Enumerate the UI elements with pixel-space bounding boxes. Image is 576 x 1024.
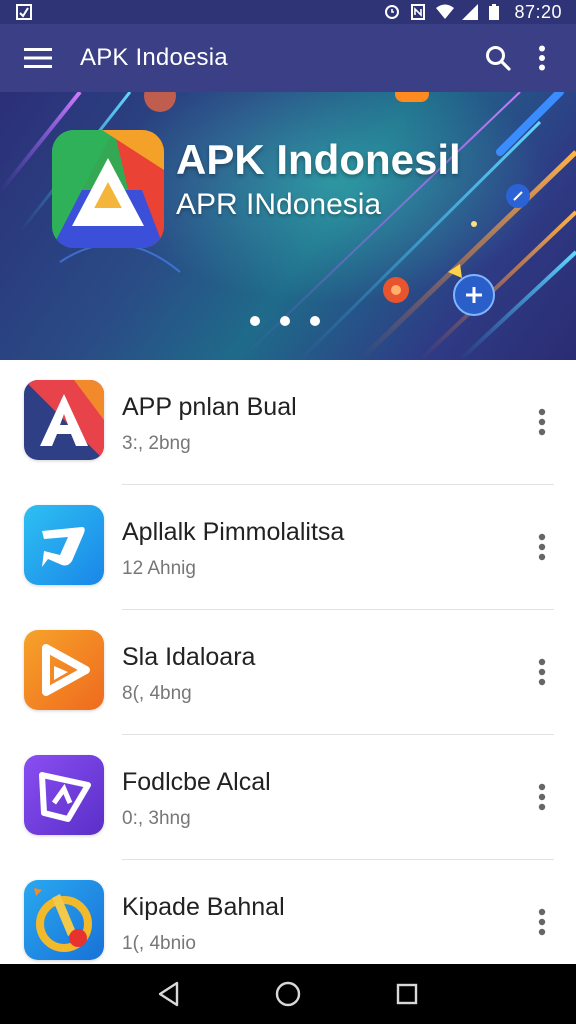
app-subtitle: 1(, 4bnio: [122, 933, 196, 954]
carousel-dot[interactable]: [250, 316, 260, 326]
status-right: 87:20: [384, 2, 562, 23]
more-vert-icon: [538, 908, 546, 936]
app-title: Apllalk Pimmolalitsa: [122, 518, 345, 546]
app-subtitle: 8(, 4bng: [122, 683, 192, 704]
wifi-icon: [436, 4, 455, 20]
home-icon: [275, 981, 301, 1007]
status-time: 87:20: [514, 1, 562, 22]
item-overflow-button[interactable]: [526, 777, 558, 817]
item-overflow-button[interactable]: [526, 527, 558, 567]
featured-banner[interactable]: APK Indonesil APR INdonesia: [0, 92, 576, 360]
app-title: APK Indoesia: [80, 44, 228, 71]
recents-button[interactable]: [383, 970, 431, 1018]
home-button[interactable]: [264, 970, 312, 1018]
system-nav-bar: [0, 964, 576, 1024]
overflow-menu-button[interactable]: [520, 36, 564, 80]
status-bar: 87:20: [0, 0, 576, 24]
video-editor-app-icon: [24, 755, 104, 835]
list-item[interactable]: Apllalk Pimmolalitsa 12 Ahnig: [0, 485, 576, 610]
alarm-icon: [384, 4, 400, 20]
carousel-dot[interactable]: [280, 316, 290, 326]
carousel-indicators: [250, 316, 320, 326]
more-vert-icon: [538, 658, 546, 686]
more-vert-icon: [538, 533, 546, 561]
back-icon: [159, 981, 179, 1007]
app-subtitle: 0:, 3hng: [122, 808, 191, 829]
item-overflow-button[interactable]: [526, 902, 558, 942]
app-title: APP pnlan Bual: [122, 393, 297, 421]
signal-icon: [462, 4, 479, 20]
apk-indonesia-logo: [52, 130, 164, 248]
item-overflow-button[interactable]: [526, 402, 558, 442]
menu-icon: [24, 48, 52, 68]
letter-a-app-icon: [24, 380, 104, 460]
app-title: Kipade Bahnal: [122, 893, 285, 921]
item-overflow-button[interactable]: [526, 652, 558, 692]
list-item[interactable]: APP pnlan Bual 3:, 2bng: [0, 360, 576, 485]
list-item[interactable]: Kipade Bahnal 1(, 4bnio: [0, 860, 576, 964]
banner-title: APK Indonesil: [176, 136, 461, 183]
carousel-dot[interactable]: [310, 316, 320, 326]
more-vert-icon: [538, 783, 546, 811]
app-title: Fodlcbe Alcal: [122, 768, 271, 796]
more-vert-icon: [539, 45, 545, 71]
search-icon: [486, 46, 511, 71]
app-list: APP pnlan Bual 3:, 2bng Apllalk Pimmolal…: [0, 360, 576, 964]
battery-icon: [488, 4, 504, 20]
status-left: [16, 4, 32, 20]
list-item[interactable]: Sla Idaloara 8(, 4bng: [0, 610, 576, 735]
list-item[interactable]: Fodlcbe Alcal 0:, 3hng: [0, 735, 576, 860]
play-app-icon: [24, 630, 104, 710]
recents-icon: [396, 983, 417, 1005]
chat-bubble-app-icon: [24, 505, 104, 585]
search-button[interactable]: [476, 36, 520, 80]
menu-button[interactable]: [22, 42, 54, 74]
app-title: Sla Idaloara: [122, 643, 256, 671]
nfc-icon: [410, 4, 426, 20]
notification-icon: [16, 4, 32, 20]
app-subtitle: 12 Ahnig: [122, 558, 196, 579]
banner-subtitle: APR INdonesia: [176, 188, 382, 221]
pencil-app-icon: [24, 880, 104, 960]
back-button[interactable]: [145, 970, 193, 1018]
app-subtitle: 3:, 2bng: [122, 433, 191, 454]
more-vert-icon: [538, 408, 546, 436]
app-bar: APK Indoesia: [0, 24, 576, 92]
